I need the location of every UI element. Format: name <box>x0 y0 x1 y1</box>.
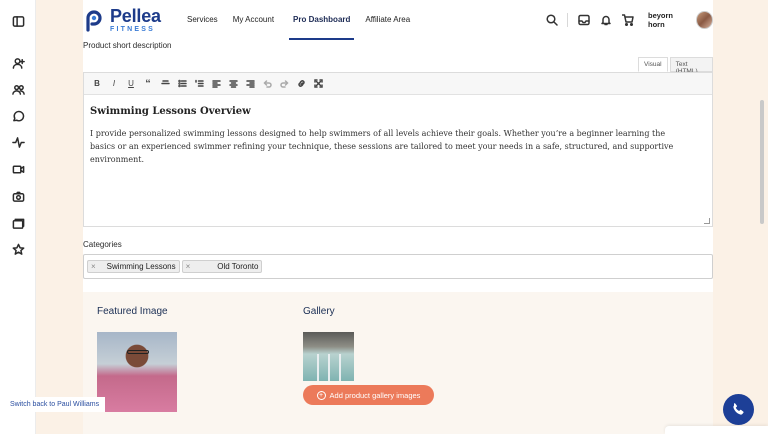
pellea-logo-icon <box>86 10 102 32</box>
editor-toolbar: B I U “ <box>84 73 712 95</box>
strikethrough-icon[interactable] <box>158 77 172 91</box>
categories-label: Categories <box>83 240 122 249</box>
categories-input[interactable]: × Swimming Lessons × Old Toronto <box>83 254 713 279</box>
redo-icon[interactable] <box>277 77 291 91</box>
tab-visual[interactable]: Visual <box>638 57 668 72</box>
avatar[interactable] <box>695 11 713 29</box>
tab-text-html[interactable]: Text (HTML) <box>669 57 713 75</box>
brand-logo[interactable]: Pellea FITNESS <box>85 7 161 33</box>
user-add-icon[interactable] <box>11 56 25 70</box>
gallery-title: Gallery <box>303 306 335 317</box>
align-center-icon[interactable] <box>226 77 240 91</box>
add-gallery-images-button[interactable]: + Add product gallery images <box>303 385 434 405</box>
plus-circle-icon: + <box>316 390 326 400</box>
cart-icon[interactable] <box>621 14 634 27</box>
bell-icon[interactable] <box>599 14 612 27</box>
featured-image-title: Featured Image <box>97 306 168 317</box>
editor-content[interactable]: Swimming Lessons Overview I provide pers… <box>84 95 712 166</box>
media-card: Featured Image Gallery + Add product gal… <box>83 292 713 434</box>
video-icon[interactable] <box>11 162 25 176</box>
underline-icon[interactable]: U <box>124 77 138 91</box>
header-actions <box>545 13 643 27</box>
remove-chip-icon[interactable]: × <box>91 262 96 271</box>
star-icon[interactable] <box>11 242 25 256</box>
category-chip: × Old Toronto <box>181 260 263 273</box>
rich-text-editor[interactable]: B I U “ Swimming Lessons Overview I prov… <box>83 72 713 227</box>
chat-icon[interactable] <box>11 109 25 123</box>
inbox-icon[interactable] <box>577 14 590 27</box>
featured-image[interactable] <box>97 332 177 412</box>
gallery-image[interactable] <box>303 332 354 381</box>
glasses-decoration <box>127 350 149 354</box>
remove-chip-icon[interactable]: × <box>186 262 191 271</box>
nav-pro-dashboard[interactable]: Pro Dashboard <box>289 0 355 40</box>
fullscreen-icon[interactable] <box>311 77 325 91</box>
blockquote-icon[interactable]: “ <box>141 77 155 91</box>
call-button[interactable] <box>723 394 754 425</box>
user-name: beyorn horn <box>648 11 674 29</box>
main-nav: Services My Account Pro Dashboard Affili… <box>187 0 425 40</box>
search-icon[interactable] <box>545 14 558 27</box>
camera-icon[interactable] <box>11 189 25 203</box>
add-gallery-label: Add product gallery images <box>329 390 421 400</box>
editor-heading: Swimming Lessons Overview <box>90 106 251 117</box>
short-description-label: Product short description <box>83 41 172 50</box>
users-group-icon[interactable] <box>11 82 25 96</box>
category-chip-label: Swimming Lessons <box>106 262 176 271</box>
align-right-icon[interactable] <box>243 77 257 91</box>
top-header: Pellea FITNESS Services My Account Pro D… <box>83 0 713 40</box>
italic-icon[interactable]: I <box>107 77 121 91</box>
logo-name: Pellea <box>110 6 161 26</box>
chat-widget-edge <box>665 426 768 434</box>
sidebar-toggle-icon[interactable] <box>11 14 25 28</box>
numbered-list-icon[interactable] <box>192 77 206 91</box>
resize-handle-icon[interactable] <box>704 218 710 224</box>
switch-back-link[interactable]: Switch back to Paul Williams <box>4 397 106 412</box>
category-chip: × Swimming Lessons <box>87 260 180 273</box>
bullet-list-icon[interactable] <box>175 77 189 91</box>
pool-lane <box>317 354 319 381</box>
product-form: Product short description Visual Text (H… <box>83 40 713 434</box>
category-chip-label: Old Toronto <box>217 262 259 271</box>
logo-subtitle: FITNESS <box>110 26 155 33</box>
phone-icon <box>733 403 744 415</box>
nav-affiliate-area[interactable]: Affiliate Area <box>365 0 410 40</box>
editor-paragraph: I provide personalized swimming lessons … <box>90 129 674 164</box>
nav-services[interactable]: Services <box>187 0 218 40</box>
pool-lane <box>339 354 341 381</box>
nav-my-account[interactable]: My Account <box>233 0 274 40</box>
activity-icon[interactable] <box>11 135 25 149</box>
align-left-icon[interactable] <box>209 77 223 91</box>
editor-tabs: Visual Text (HTML) <box>636 57 713 75</box>
user-menu[interactable]: beyorn horn <box>648 11 713 29</box>
bold-icon[interactable]: B <box>90 77 104 91</box>
folders-icon[interactable] <box>11 216 25 230</box>
pool-lane <box>328 354 330 381</box>
undo-icon[interactable] <box>260 77 274 91</box>
header-divider <box>567 13 568 27</box>
link-icon[interactable] <box>294 77 308 91</box>
left-sidebar <box>0 0 36 434</box>
page-scrollbar[interactable] <box>760 100 764 224</box>
